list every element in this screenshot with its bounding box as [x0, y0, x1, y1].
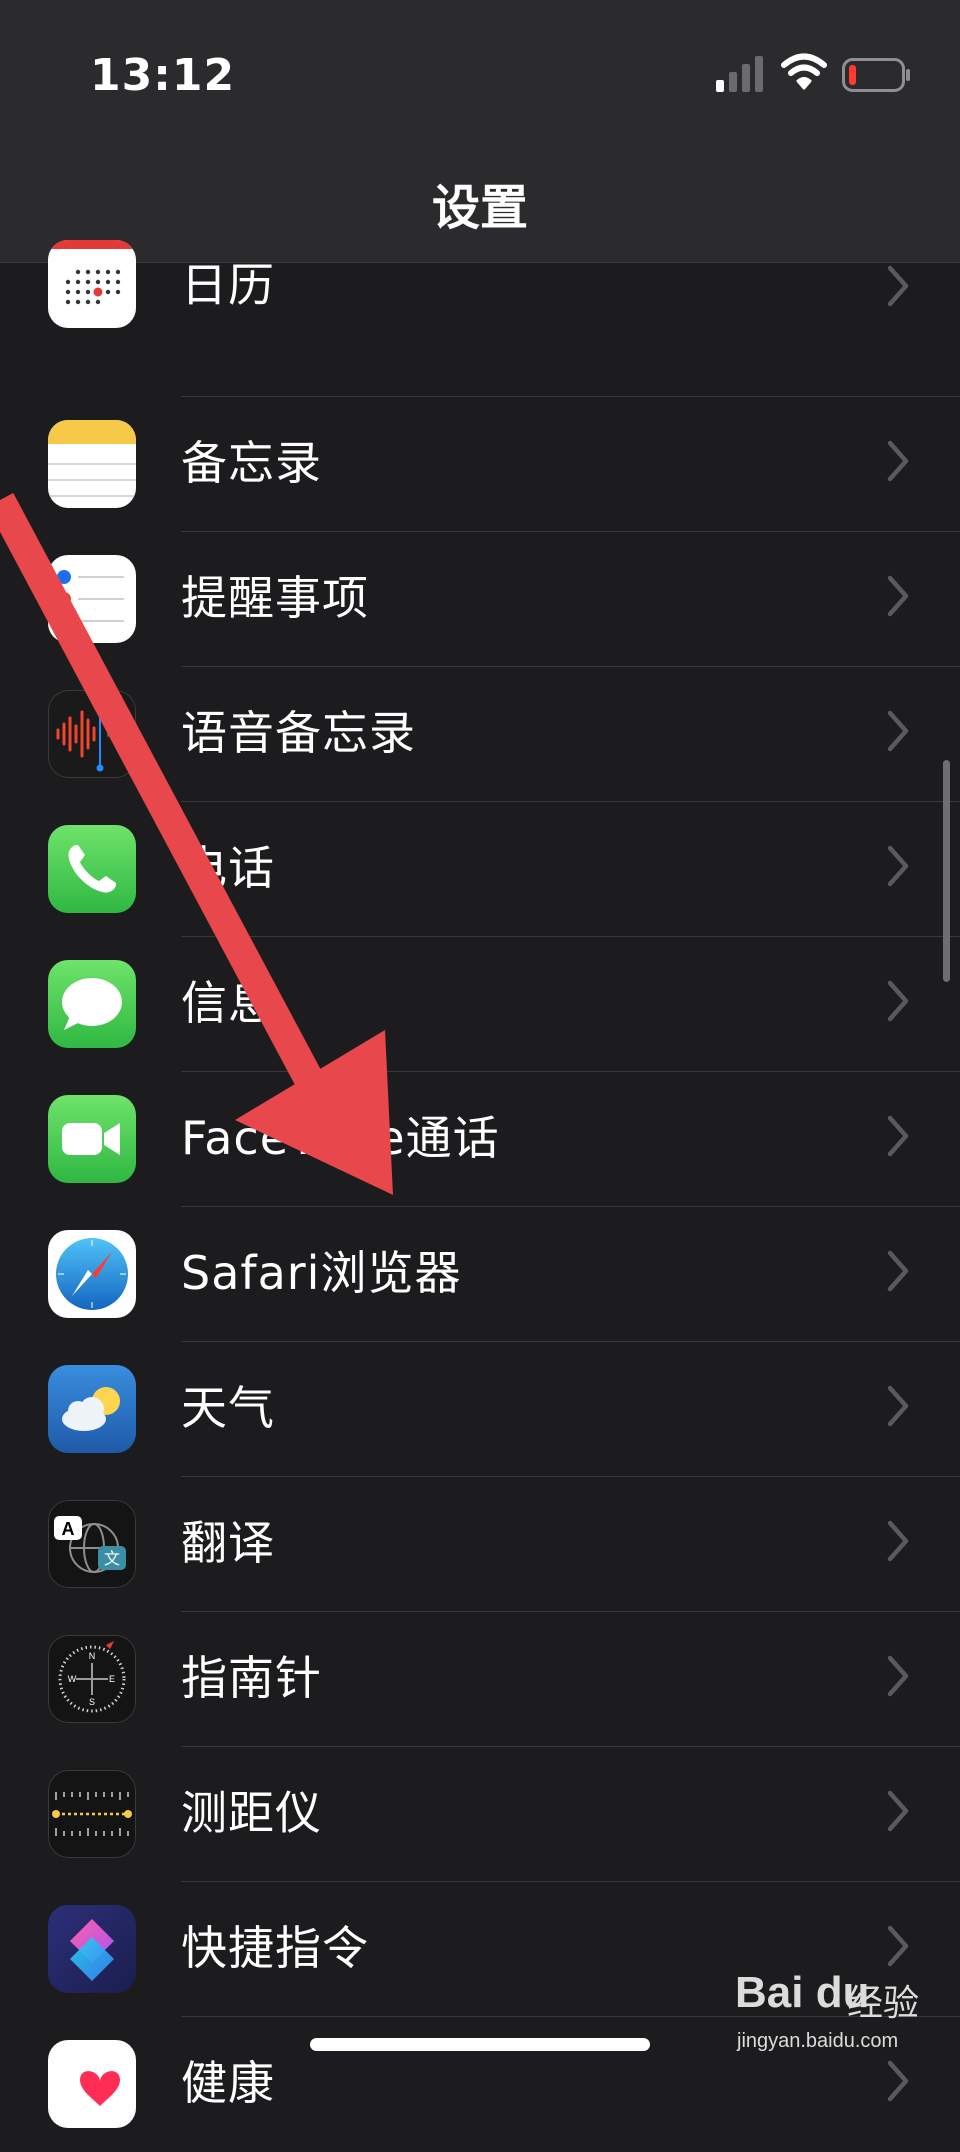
notes-icon [48, 420, 136, 508]
shortcuts-icon [48, 1905, 136, 1993]
facetime-icon [48, 1095, 136, 1183]
chevron-right-icon [887, 1115, 909, 1157]
settings-row-measure[interactable]: 测距仪 [0, 1747, 960, 1882]
settings-row-label: 快捷指令 [181, 1921, 369, 1975]
wifi-icon [781, 53, 827, 90]
weather-icon [48, 1365, 136, 1453]
settings-row-label: 备忘录 [181, 436, 322, 490]
home-indicator [310, 2038, 650, 2051]
messages-icon [48, 960, 136, 1048]
settings-row-notes[interactable]: 备忘录 [0, 397, 960, 532]
settings-row-label: 翻译 [181, 1516, 275, 1570]
translate-icon-latin-glyph: A [62, 1519, 75, 1539]
translate-icon: A 文 [48, 1500, 136, 1588]
settings-row-translate[interactable]: A 文 翻译 [0, 1477, 960, 1612]
page-title: 设置 [431, 180, 528, 236]
chevron-right-icon [887, 575, 909, 617]
translate-icon-cjk-glyph: 文 [104, 1549, 120, 1568]
scrollbar-thumb[interactable] [943, 760, 950, 982]
calendar-icon [48, 240, 136, 328]
settings-row-calendar[interactable]: 日历 [0, 240, 960, 397]
chevron-right-icon [887, 265, 909, 307]
settings-row-reminders[interactable]: 提醒事项 [0, 532, 960, 667]
settings-row-label: 测距仪 [181, 1786, 322, 1840]
compass-east-label: E [109, 1674, 115, 1684]
settings-row-phone[interactable]: 电话 [0, 802, 960, 937]
chevron-right-icon [887, 1655, 909, 1697]
measure-icon [48, 1770, 136, 1858]
chevron-right-icon [887, 1790, 909, 1832]
chevron-right-icon [887, 1385, 909, 1427]
settings-row-label: 天气 [181, 1381, 275, 1435]
settings-row-safari[interactable]: Safari浏览器 [0, 1207, 960, 1342]
compass-north-label: N [89, 1651, 96, 1661]
chevron-right-icon [887, 710, 909, 752]
signal-icon [716, 56, 763, 92]
compass-west-label: W [68, 1674, 77, 1684]
settings-row-messages[interactable]: 信息 [0, 937, 960, 1072]
chevron-right-icon [887, 440, 909, 482]
chevron-right-icon [887, 845, 909, 887]
watermark-url: jingyan.baidu.com [737, 2030, 899, 2052]
compass-south-label: S [89, 1697, 95, 1707]
chevron-right-icon [887, 1250, 909, 1292]
watermark: Bai du 经验 jingyan.baidu.com [735, 1968, 935, 2068]
battery-icon [842, 58, 910, 92]
settings-row-facetime[interactable]: FaceTime通话 [0, 1072, 960, 1207]
settings-row-label: 指南针 [181, 1651, 322, 1705]
chevron-right-icon [887, 1925, 909, 1967]
chevron-right-icon [887, 1520, 909, 1562]
settings-row-compass[interactable]: N E S W 指南针 [0, 1612, 960, 1747]
status-time: 13:12 [90, 50, 236, 101]
settings-row-label: 日历 [181, 258, 275, 312]
voice-memos-icon [48, 690, 136, 778]
settings-row-label: 信息 [181, 976, 275, 1030]
reminders-icon [48, 555, 136, 643]
health-icon [48, 2040, 136, 2128]
settings-row-label: 语音备忘录 [181, 706, 416, 760]
settings-row-weather[interactable]: 天气 [0, 1342, 960, 1477]
settings-row-label: 电话 [181, 841, 275, 895]
status-bar: 13:12 [0, 0, 960, 140]
nav-bar: 设置 [0, 140, 960, 263]
settings-row-voice-memos[interactable]: 语音备忘录 [0, 667, 960, 802]
settings-row-label: 提醒事项 [181, 571, 369, 625]
settings-row-label: FaceTime通话 [181, 1111, 500, 1165]
chevron-right-icon [887, 980, 909, 1022]
settings-row-label: Safari浏览器 [181, 1246, 462, 1300]
settings-row-label: 健康 [181, 2056, 275, 2110]
settings-list[interactable]: 日历 备忘录 提醒事项 语音备忘录 电话 信息 FaceTime通话 Safar… [0, 240, 960, 2152]
phone-icon [48, 825, 136, 913]
watermark-text: 经验 [847, 1983, 920, 2024]
compass-icon: N E S W [48, 1635, 136, 1723]
safari-icon [48, 1230, 136, 1318]
